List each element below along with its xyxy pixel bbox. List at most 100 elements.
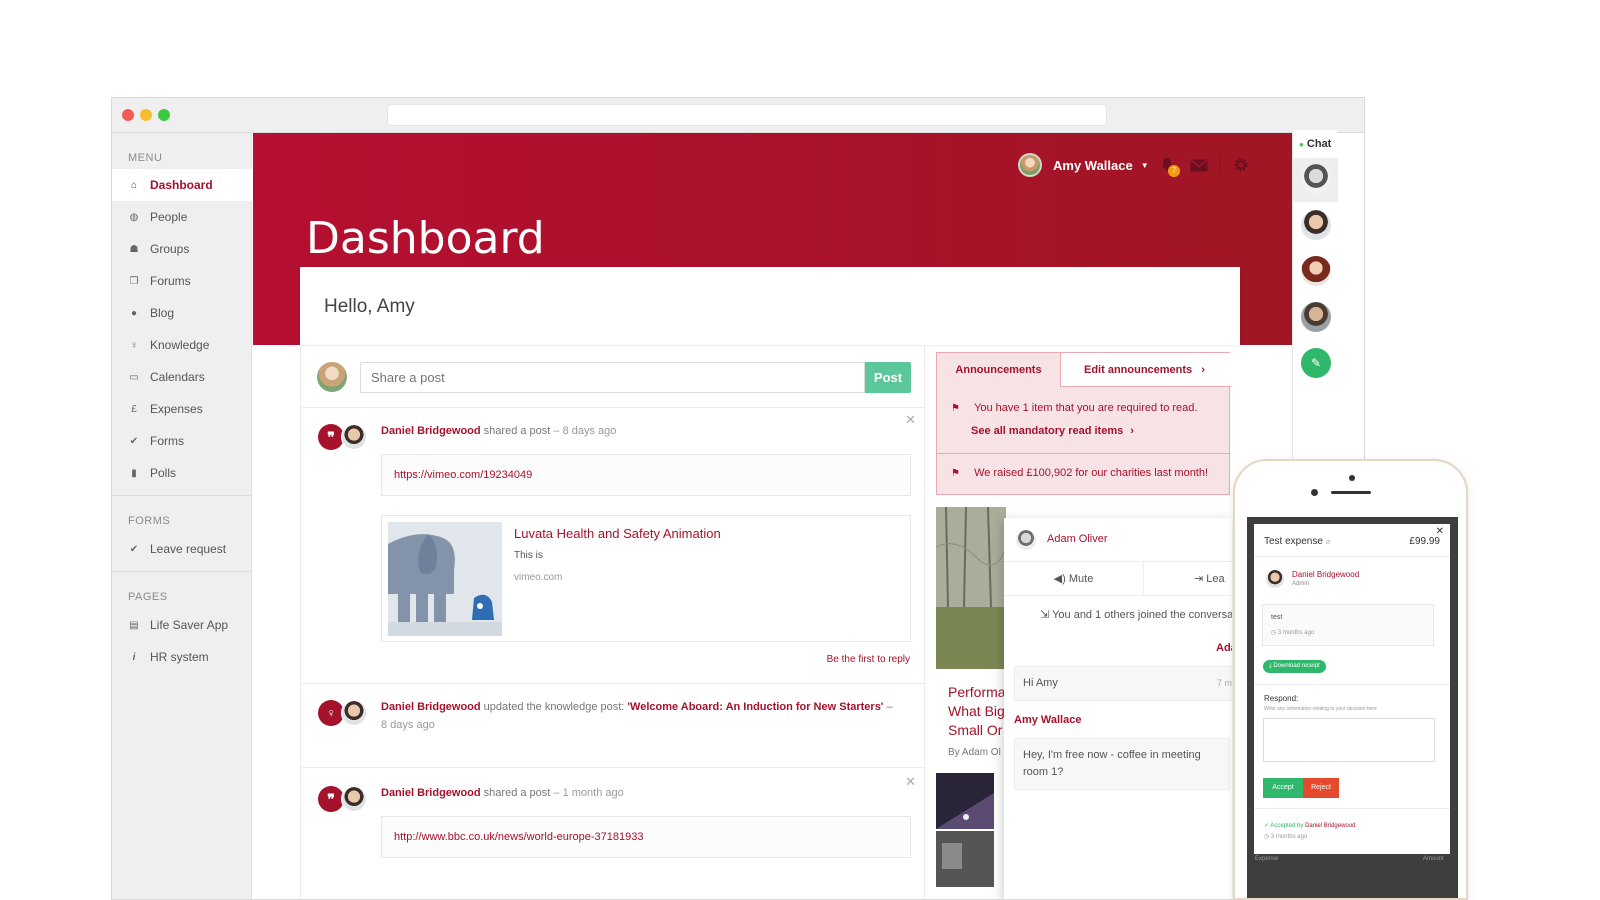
- address-bar[interactable]: [387, 104, 1107, 126]
- minimize-window-button[interactable]: [140, 109, 152, 121]
- close-window-button[interactable]: [122, 109, 134, 121]
- avatar[interactable]: [1301, 256, 1331, 286]
- respond-textarea[interactable]: [1263, 718, 1435, 762]
- mute-label: Mute: [1068, 573, 1094, 585]
- accepted-time-text: 3 months ago: [1270, 834, 1308, 840]
- chat-message-text: Hi Amy: [1023, 677, 1058, 689]
- tab-announcements[interactable]: Announcements: [937, 353, 1061, 387]
- sidebar-item-label: Life Saver App: [150, 618, 229, 632]
- chat-message-time: 7 m: [1217, 678, 1232, 688]
- leave-label: Lea: [1206, 573, 1225, 585]
- user-menu[interactable]: Amy Wallace ▼: [1018, 153, 1149, 177]
- post-meta: Daniel Bridgewood updated the knowledge …: [381, 698, 906, 734]
- forums-icon: ❐: [129, 275, 139, 287]
- sidebar-item-label: Knowledge: [150, 338, 210, 352]
- post-meta: Daniel Bridgewood shared a post – 8 days…: [381, 422, 906, 440]
- post-link[interactable]: https://vimeo.com/19234049: [381, 454, 911, 496]
- phone-camera: [1311, 489, 1318, 496]
- close-icon[interactable]: ✕: [905, 412, 916, 428]
- notifications-button[interactable]: 7: [1160, 157, 1180, 177]
- forms-section-label: FORMS: [128, 515, 171, 527]
- share-post-input[interactable]: [360, 362, 865, 393]
- compose-chat-button[interactable]: ✎: [1301, 348, 1331, 378]
- download-receipt-button[interactable]: ⤓ Download receipt: [1263, 660, 1326, 673]
- pound-icon: £: [131, 403, 137, 415]
- knowledge-post-link[interactable]: 'Welcome Aboard: An Induction for New St…: [627, 701, 883, 713]
- clock-icon: ◷: [1264, 834, 1270, 840]
- article-card[interactable]: Performa What Big Small Or By Adam Ol: [936, 507, 1006, 887]
- avatar: [341, 786, 367, 812]
- phone-speaker: [1331, 491, 1371, 494]
- reject-button[interactable]: Reject: [1303, 778, 1339, 798]
- sidebar-item-label: Forms: [150, 434, 184, 448]
- modal-divider: [1254, 808, 1450, 809]
- mute-button[interactable]: ◀) Mute: [1004, 562, 1144, 596]
- sidebar-item-life-saver-app[interactable]: ▤ Life Saver App: [112, 609, 252, 641]
- gear-icon: [1234, 158, 1248, 172]
- maximize-window-button[interactable]: [158, 109, 170, 121]
- announcement-text: You have 1 item that you are required to…: [974, 402, 1198, 414]
- phone-mockup: ✕ Test expense ⌀ £99.99 Daniel Bridgewoo…: [1233, 459, 1468, 900]
- expense-author-role: Admin: [1292, 581, 1310, 587]
- pencil-icon: ✎: [1310, 356, 1322, 370]
- chat-sidebar: ● Chat ✎: [1292, 130, 1338, 490]
- sidebar-item-leave-request[interactable]: ✔ Leave request: [112, 533, 252, 565]
- leave-button[interactable]: ⇥ Lea: [1194, 562, 1225, 596]
- sidebar-item-label: Groups: [150, 242, 190, 256]
- paperclip-icon: ⌀: [1325, 537, 1331, 546]
- sidebar-item-forums[interactable]: ❐ Forums: [112, 265, 252, 297]
- chat-sender-name: Ada: [1216, 642, 1232, 654]
- post-button[interactable]: Post: [865, 362, 911, 393]
- post-time: – 1 month ago: [550, 787, 624, 799]
- sidebar-item-label: People: [150, 210, 188, 224]
- share-post-row: Post: [301, 346, 924, 408]
- sidebar-item-blog[interactable]: ● Blog: [112, 297, 252, 329]
- browser-window: MENU ⌂ Dashboard ◍ People ☗ Groups ❐ For…: [111, 97, 1365, 900]
- sidebar-item-forms[interactable]: ✔ Forms: [112, 425, 252, 457]
- preview-title[interactable]: Luvata Health and Safety Animation: [514, 526, 721, 541]
- close-icon[interactable]: ✕: [905, 774, 916, 790]
- post-link[interactable]: http://www.bbc.co.uk/news/world-europe-3…: [381, 816, 911, 858]
- settings-button[interactable]: [1233, 157, 1249, 178]
- sidebar-item-hr-system[interactable]: i HR system: [112, 641, 252, 673]
- expense-author[interactable]: Daniel Bridgewood: [1292, 570, 1359, 579]
- post-author-link[interactable]: Daniel Bridgewood: [381, 425, 481, 437]
- avatar[interactable]: [1301, 302, 1331, 332]
- post-author-link[interactable]: Daniel Bridgewood: [381, 787, 481, 799]
- mandatory-read-label: See all mandatory read items: [971, 425, 1124, 437]
- edit-announcements-label: Edit announcements: [1084, 364, 1193, 376]
- sidebar-item-polls[interactable]: ▮ Polls: [112, 457, 252, 489]
- accept-button[interactable]: Accept: [1263, 778, 1303, 798]
- article-title[interactable]: Performa What Big Small Or: [948, 683, 1006, 740]
- feed-post: ✕ ❞ Daniel Bridgewood shared a post – 8 …: [301, 408, 924, 684]
- feed-post: ♀ Daniel Bridgewood updated the knowledg…: [301, 684, 924, 768]
- expense-table-header-right: Amount: [1423, 856, 1444, 862]
- sidebar-item-groups[interactable]: ☗ Groups: [112, 233, 252, 265]
- messages-button[interactable]: [1190, 159, 1208, 177]
- post-author-link[interactable]: Daniel Bridgewood: [381, 701, 481, 713]
- avatar[interactable]: [1301, 210, 1331, 240]
- sidebar-item-calendars[interactable]: ▭ Calendars: [112, 361, 252, 393]
- sidebar-item-dashboard[interactable]: ⌂ Dashboard: [112, 169, 252, 201]
- link-preview-card[interactable]: Luvata Health and Safety Animation This …: [381, 515, 911, 642]
- post-action-text: updated the knowledge post:: [480, 701, 628, 713]
- mandatory-read-link[interactable]: See all mandatory read items ›: [971, 425, 1134, 437]
- sidebar-item-people[interactable]: ◍ People: [112, 201, 252, 233]
- chat-contact-name[interactable]: Adam Oliver: [1047, 533, 1108, 545]
- reply-link[interactable]: Be the first to reply: [827, 654, 910, 665]
- menu-section-label: MENU: [128, 152, 163, 164]
- chat-system-message: ⇲ You and 1 others joined the conversa: [1040, 608, 1232, 621]
- calendar-icon: ▭: [129, 371, 139, 383]
- avatar[interactable]: [1301, 164, 1331, 194]
- post-time: 8 days ago: [381, 719, 435, 731]
- avatar: [1018, 153, 1042, 177]
- accepted-by-name[interactable]: Daniel Bridgewood: [1305, 823, 1355, 829]
- notification-badge: 7: [1168, 165, 1180, 177]
- expense-table-header-left: Expense: [1255, 856, 1279, 862]
- edit-announcements-link[interactable]: Edit announcements ›: [1084, 353, 1205, 387]
- activity-feed: Post ✕ ❞ Daniel Bridgewood shared a post…: [300, 345, 925, 899]
- check-icon: ✓: [1264, 823, 1270, 829]
- blog-icon: ●: [130, 307, 138, 319]
- sidebar-item-knowledge[interactable]: ♀ Knowledge: [112, 329, 252, 361]
- sidebar-item-expenses[interactable]: £ Expenses: [112, 393, 252, 425]
